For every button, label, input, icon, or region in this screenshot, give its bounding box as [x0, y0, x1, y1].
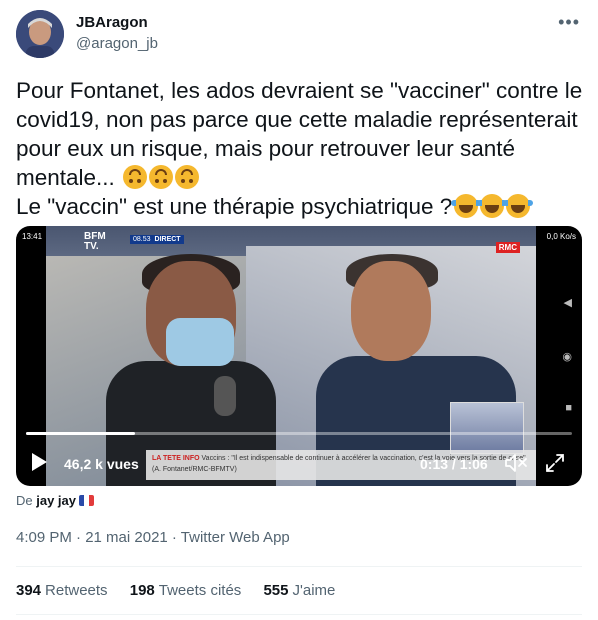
progress-bar[interactable]: [26, 432, 572, 435]
tweet-stats: 394 Retweets 198 Tweets cités 555 J'aime: [16, 582, 353, 599]
view-count: 46,2 k vues: [64, 456, 139, 472]
france-flag-icon: [79, 495, 95, 506]
status-time: 13:41: [22, 232, 43, 241]
tweet-line-text: Le "vaccin" est une thérapie psychiatriq…: [16, 194, 453, 219]
retweets-label: Retweets: [45, 582, 108, 599]
likes-stat[interactable]: 555 J'aime: [263, 582, 335, 599]
tweet-timestamp[interactable]: 4:09 PM · 21 mai 2021 · Twitter Web App: [16, 529, 290, 546]
ticker-prefix: LA TETE INFO: [152, 455, 200, 462]
attribution-prefix: De: [16, 493, 33, 508]
author-name[interactable]: JBAragon: [76, 14, 148, 31]
attribution-source[interactable]: jay jay: [36, 493, 76, 508]
quotes-count: 198: [129, 582, 155, 599]
video-time: 0:13 / 1:06: [420, 456, 488, 472]
quotes-label: Tweets cités: [158, 582, 242, 599]
rmc-logo: RMC: [495, 242, 520, 253]
phone-nav-bar: ◀ ◉ ■: [536, 226, 582, 486]
direct-badge: 08.53 DIRECT: [130, 235, 184, 244]
back-icon: ◀: [563, 297, 572, 309]
tweet-line: pour eux un risque, mais pour retrouver …: [16, 136, 516, 161]
likes-label: J'aime: [292, 582, 336, 599]
recent-icon: ■: [565, 402, 572, 414]
quotes-stat[interactable]: 198 Tweets cités: [130, 582, 242, 599]
badge-label: DIRECT: [154, 236, 181, 243]
tweet-line: Pour Fontanet, les ados devraient se "va…: [16, 78, 583, 103]
mute-icon[interactable]: [504, 452, 528, 474]
bfm-logo: BFM TV.: [84, 231, 106, 252]
upside-down-face-emoji: [149, 165, 174, 189]
badge-time: 08.53: [133, 236, 151, 243]
author-handle[interactable]: @aragon_jb: [76, 35, 158, 52]
retweets-stat[interactable]: 394 Retweets: [16, 582, 108, 599]
upside-down-face-emoji: [175, 165, 200, 189]
likes-count: 555: [263, 582, 289, 599]
inset-video: [450, 402, 524, 454]
more-dots-icon[interactable]: •••: [558, 12, 580, 33]
tweet-line-text: mentale...: [16, 165, 115, 190]
upside-down-face-emoji: [123, 165, 148, 189]
video-frame: BFM TV. 08.53 DIRECT RMC LA TETE INFO Vac…: [46, 226, 536, 486]
progress-fill: [26, 432, 136, 435]
video-player[interactable]: BFM TV. 08.53 DIRECT RMC LA TETE INFO Vac…: [16, 226, 582, 486]
video-attribution: De jay jay: [16, 493, 95, 508]
tweet-line: covid19, non pas parce que cette maladie…: [16, 107, 578, 132]
tweet-line: Le "vaccin" est une thérapie psychiatriq…: [16, 192, 586, 221]
divider: [16, 614, 582, 615]
fullscreen-icon[interactable]: [544, 452, 566, 474]
face-with-tears-of-joy-emoji: [451, 194, 482, 218]
face-with-tears-of-joy-emoji: [503, 194, 534, 218]
retweets-count: 394: [16, 582, 42, 599]
divider: [16, 566, 582, 567]
play-icon[interactable]: [30, 452, 48, 472]
face-with-tears-of-joy-emoji: [477, 194, 508, 218]
avatar[interactable]: [16, 10, 64, 58]
tweet-line: mentale...: [16, 163, 586, 192]
home-icon: ◉: [562, 351, 572, 363]
tweet-text: Pour Fontanet, les ados devraient se "va…: [16, 76, 586, 221]
